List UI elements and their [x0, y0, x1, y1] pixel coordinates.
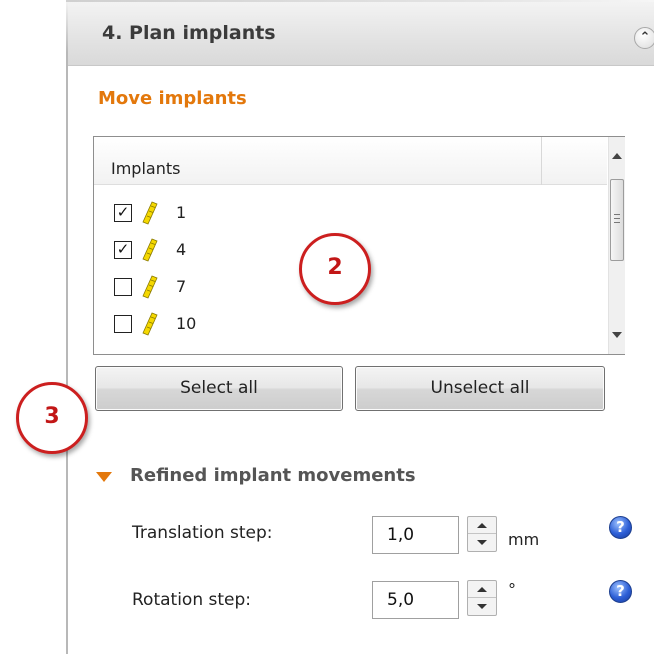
- callout-marker-2: 2: [299, 233, 371, 305]
- implant-checkbox[interactable]: [114, 315, 132, 333]
- implant-label: 4: [176, 240, 187, 259]
- implant-icon: [142, 312, 158, 336]
- panel-header: 4. Plan implants ⌃: [68, 2, 654, 66]
- list-scrollbar[interactable]: [608, 137, 625, 354]
- implant-label: 10: [176, 314, 197, 333]
- list-item[interactable]: 10: [94, 308, 607, 345]
- list-item[interactable]: ✓ 1: [94, 197, 607, 234]
- rotation-step-spinner[interactable]: [467, 580, 497, 616]
- spin-up-icon[interactable]: [468, 517, 496, 534]
- scroll-up-arrow-icon[interactable]: [612, 153, 622, 159]
- spin-up-icon[interactable]: [468, 581, 496, 598]
- refined-movements-title[interactable]: Refined implant movements: [130, 465, 416, 486]
- implant-checkbox[interactable]: ✓: [114, 241, 132, 259]
- panel-title: 4. Plan implants: [102, 22, 276, 44]
- unselect-all-button[interactable]: Unselect all: [355, 366, 605, 411]
- callout-marker-3: 3: [16, 382, 88, 454]
- scroll-down-arrow-icon[interactable]: [612, 332, 622, 338]
- implant-checkbox[interactable]: ✓: [114, 204, 132, 222]
- spin-down-icon[interactable]: [468, 534, 496, 551]
- column-divider: [541, 137, 542, 185]
- implant-label: 7: [176, 277, 187, 296]
- expand-triangle-icon[interactable]: [96, 472, 112, 482]
- select-all-button[interactable]: Select all: [95, 366, 343, 411]
- rotation-unit: °: [508, 580, 516, 599]
- translation-step-label: Translation step:: [132, 523, 273, 543]
- column-header-implants: Implants: [111, 159, 181, 178]
- rotation-step-input[interactable]: 5,0: [372, 581, 459, 619]
- implant-icon: [142, 201, 158, 225]
- implant-icon: [142, 238, 158, 262]
- grip-icon: [614, 214, 620, 223]
- help-icon[interactable]: ?: [609, 516, 632, 539]
- translation-unit: mm: [508, 530, 540, 549]
- implant-checkbox[interactable]: [114, 278, 132, 296]
- implant-label: 1: [176, 203, 187, 222]
- list-column-header[interactable]: Implants: [94, 137, 607, 185]
- rotation-step-label: Rotation step:: [132, 590, 251, 610]
- collapse-icon[interactable]: ⌃: [634, 27, 654, 49]
- implant-icon: [142, 275, 158, 299]
- move-implants-title: Move implants: [98, 88, 247, 109]
- translation-step-input[interactable]: 1,0: [372, 516, 459, 554]
- spin-down-icon[interactable]: [468, 598, 496, 615]
- help-icon[interactable]: ?: [609, 580, 632, 603]
- scroll-thumb[interactable]: [610, 179, 624, 261]
- translation-step-spinner[interactable]: [467, 516, 497, 552]
- panel-left-border: [66, 0, 68, 654]
